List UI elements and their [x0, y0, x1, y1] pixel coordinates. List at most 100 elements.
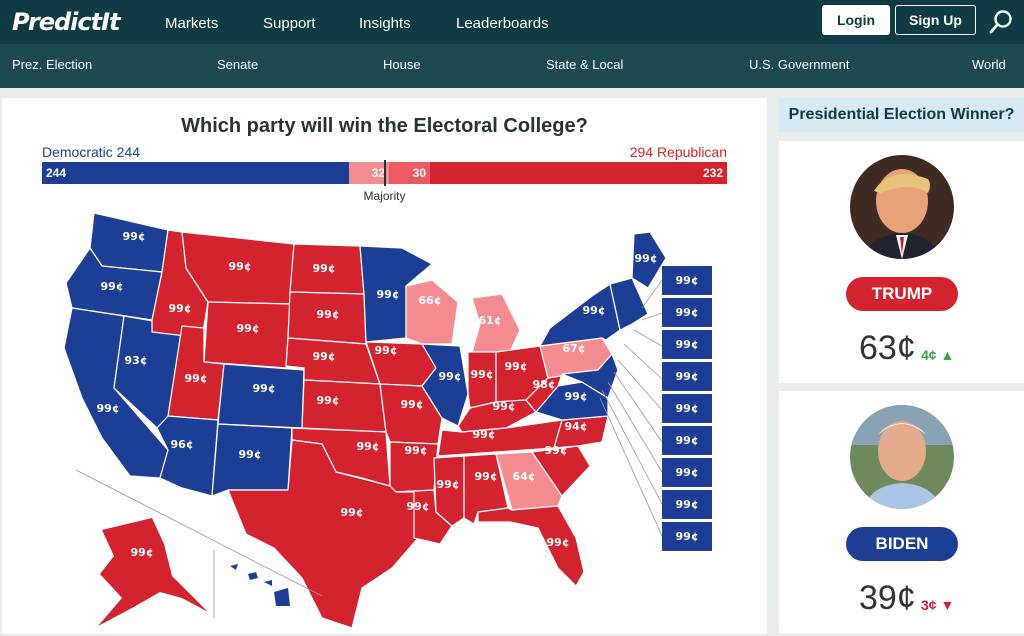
label-east-2: 99¢: [676, 306, 699, 319]
trump-avatar: [850, 155, 954, 259]
category-world[interactable]: World: [972, 57, 1006, 72]
state-WI[interactable]: [405, 279, 459, 345]
sidebar-market-title[interactable]: Presidential Election Winner?: [779, 98, 1024, 132]
label-TN: 99¢: [473, 428, 496, 441]
search-icon[interactable]: [988, 9, 1014, 35]
label-NV: 93¢: [125, 354, 148, 367]
biden-avatar: [850, 405, 954, 509]
candidate-biden-button[interactable]: BIDEN: [846, 527, 958, 561]
category-us-government[interactable]: U.S. Government: [749, 57, 849, 72]
label-AL: 99¢: [475, 470, 498, 483]
label-IN: 99¢: [471, 368, 494, 381]
label-east-8: 99¢: [676, 498, 699, 511]
category-bar: Prez. Election Senate House State & Loca…: [0, 44, 1024, 88]
state-HI[interactable]: [230, 564, 290, 606]
biden-change: 3¢ ▼: [921, 597, 954, 613]
label-GA: 64¢: [513, 470, 536, 483]
candidate-trump-button[interactable]: TRUMP: [846, 277, 958, 311]
login-button[interactable]: Login: [822, 5, 890, 35]
state-KS[interactable]: [301, 379, 387, 433]
category-senate[interactable]: Senate: [217, 57, 258, 72]
candidate-card-biden[interactable]: BIDEN 39¢ 3¢ ▼: [779, 391, 1024, 633]
nav-support[interactable]: Support: [263, 15, 316, 32]
label-PA: 67¢: [563, 342, 586, 355]
nav-markets[interactable]: Markets: [165, 15, 218, 32]
label-IA: 99¢: [375, 344, 398, 357]
label-east-7: 99¢: [676, 466, 699, 479]
label-CA: 99¢: [97, 402, 120, 415]
label-IL: 99¢: [439, 370, 462, 383]
label-NM: 99¢: [239, 448, 262, 461]
candidate-card-trump[interactable]: TRUMP 63¢ 4¢ ▲: [779, 141, 1024, 383]
label-SD: 99¢: [317, 308, 340, 321]
category-state-local[interactable]: State & Local: [546, 57, 623, 72]
category-house[interactable]: House: [383, 57, 421, 72]
market-question[interactable]: Which party will win the Electoral Colle…: [2, 115, 767, 138]
label-LA: 99¢: [407, 500, 430, 513]
arrow-up-icon: ▲: [936, 347, 955, 363]
predictit-logo[interactable]: PredictIt: [12, 8, 120, 36]
label-east-1: 99¢: [676, 274, 699, 287]
trump-price: 63¢: [859, 329, 916, 367]
label-VA: 99¢: [565, 390, 588, 403]
label-OR: 99¢: [101, 280, 124, 293]
state-CO[interactable]: [217, 363, 305, 429]
category-prez-election[interactable]: Prez. Election: [12, 57, 92, 72]
nav-leaderboards[interactable]: Leaderboards: [456, 15, 549, 32]
label-OK: 99¢: [357, 440, 380, 453]
label-WI: 66¢: [419, 294, 442, 307]
democratic-total-label: Democratic 244: [42, 144, 141, 160]
label-MT: 99¢: [229, 260, 252, 273]
state-AK[interactable]: [98, 518, 208, 626]
state-NY[interactable]: [539, 283, 621, 347]
biden-change-value: 3¢: [921, 597, 937, 613]
trump-change: 4¢ ▲: [921, 347, 954, 363]
dem-safe-segment: 244: [42, 162, 349, 184]
label-KY: 99¢: [493, 400, 516, 413]
trump-change-value: 4¢: [921, 347, 937, 363]
electoral-college-market: Which party will win the Electoral Colle…: [2, 98, 767, 634]
label-MN: 99¢: [377, 288, 400, 301]
label-NC: 94¢: [565, 420, 588, 433]
label-FL: 99¢: [547, 536, 570, 549]
label-AZ: 96¢: [171, 438, 194, 451]
label-TX: 99¢: [341, 506, 364, 519]
label-ID: 99¢: [169, 302, 192, 315]
label-east-3: 99¢: [676, 338, 699, 351]
label-MS: 99¢: [437, 478, 460, 491]
signup-button[interactable]: Sign Up: [895, 5, 976, 35]
label-ME: 99¢: [635, 252, 658, 265]
label-WY: 99¢: [237, 322, 260, 335]
biden-price: 39¢: [859, 579, 916, 617]
dem-lean-segment: 32: [349, 162, 389, 184]
nav-insights[interactable]: Insights: [359, 15, 411, 32]
label-OH: 99¢: [505, 360, 528, 373]
label-WV: 98¢: [533, 378, 556, 391]
rep-lean-segment: 30: [389, 162, 430, 184]
us-electoral-map: 99¢ 99¢ 99¢ 93¢ 99¢ 99¢ 99¢ 99¢ 96¢ 99¢ …: [63, 212, 712, 629]
state-AZ[interactable]: [156, 415, 219, 497]
label-ND: 99¢: [313, 262, 336, 275]
label-KS: 99¢: [317, 394, 340, 407]
arrow-down-icon: ▼: [936, 597, 955, 613]
label-east-9: 99¢: [676, 530, 699, 543]
label-east-5: 99¢: [676, 402, 699, 415]
majority-label: Majority: [363, 189, 406, 203]
label-MI: 61¢: [479, 314, 502, 327]
republican-total-label: 294 Republican: [629, 144, 727, 160]
label-NY: 99¢: [583, 304, 606, 317]
top-header: PredictIt Markets Support Insights Leade…: [0, 0, 1024, 44]
label-MO: 99¢: [401, 398, 424, 411]
label-NE: 99¢: [313, 350, 336, 363]
label-SC: 99¢: [545, 444, 568, 457]
state-WY[interactable]: [203, 301, 291, 369]
label-WA: 99¢: [123, 230, 146, 243]
majority-marker: [384, 160, 386, 186]
label-CO: 99¢: [253, 382, 276, 395]
rep-safe-segment: 232: [430, 162, 727, 184]
label-UT: 99¢: [185, 372, 208, 385]
label-east-6: 99¢: [676, 434, 699, 447]
label-AK: 99¢: [131, 546, 154, 559]
label-east-4: 99¢: [676, 370, 699, 383]
label-AR: 99¢: [405, 444, 428, 457]
